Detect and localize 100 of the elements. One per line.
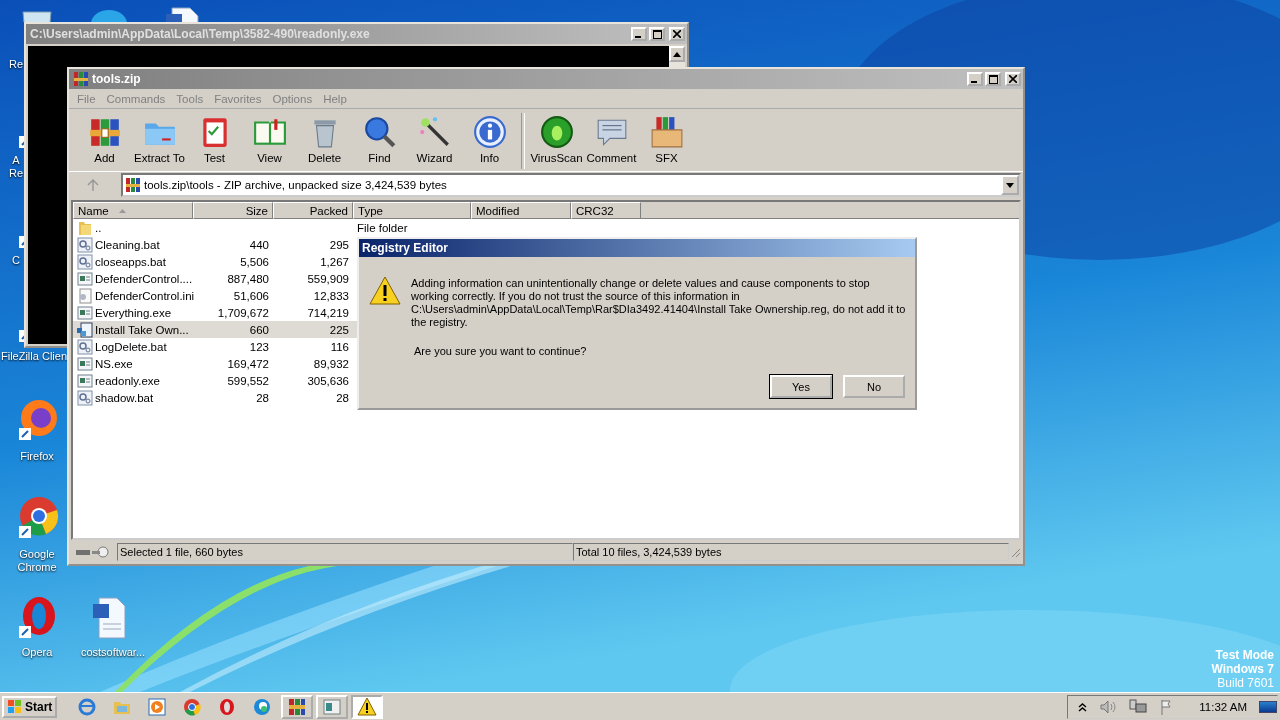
settings-file-icon [77,287,93,304]
gear-file-icon [77,338,93,355]
minimize-button[interactable] [631,27,647,41]
books-icon [287,696,308,717]
toolbar-button[interactable]: Info [462,113,517,166]
bug-icon [539,115,574,149]
books-icon [125,177,141,193]
maximize-button[interactable] [649,27,665,41]
file-size: 660 [249,323,269,336]
sort-arrow-icon [118,208,126,213]
file-name: DefenderControl.... [95,272,193,285]
toolbar-button[interactable]: Add [77,113,132,166]
dialog-button[interactable]: No [843,375,905,398]
maximize-icon [652,29,662,39]
column-header[interactable]: Type [353,202,471,219]
window-title: tools.zip [92,72,142,86]
up-arrow-icon [673,51,681,57]
clock[interactable]: 11:32 AM [1199,700,1247,713]
toolbar-button[interactable]: Delete [297,113,352,166]
close-icon [1009,75,1017,83]
file-size: 169,472 [227,357,269,370]
browser-icon [77,696,98,717]
close-button[interactable] [669,27,685,41]
file-name: readonly.exe [95,374,160,387]
dialog-question: Are you sure you want to continue? [414,345,588,357]
file-name: Cleaning.bat [95,238,160,251]
folder-icon [77,219,93,236]
registry-file-icon [77,321,93,338]
os-notice: Test Mode [1215,648,1274,662]
file-name: DefenderControl.ini [95,289,195,302]
show-desktop-button[interactable] [1259,700,1277,713]
toolbar-button[interactable]: SFX [639,113,694,166]
packed-size: 295 [329,238,349,251]
icon-label: Google [19,548,55,561]
maximize-button[interactable] [985,72,1001,86]
os-notice: Windows 7 [1211,662,1274,676]
books-icon [73,71,89,87]
icon-label: Re [8,167,24,180]
packed-size: 305,636 [307,374,349,387]
icon-label: Opera [21,646,53,659]
file-name: .. [95,221,102,234]
file-size: 887,480 [227,272,269,285]
column-header[interactable]: Modified [471,202,571,219]
speaker-icon[interactable] [1099,698,1118,715]
gear-file-icon [77,236,93,253]
file-name: Everything.exe [95,306,172,319]
program-file-icon [77,372,93,389]
minimize-button[interactable] [967,72,983,86]
file-row[interactable]: .. File folder [73,219,473,236]
close-button[interactable] [1005,72,1021,86]
toolbar-button[interactable]: View [242,113,297,166]
warning-icon [357,696,378,717]
program-file-icon [77,270,93,287]
icon-label: FileZilla Clien [1,350,67,363]
icon-label: costsoftwar... [80,646,146,659]
taskbar-button[interactable] [281,694,314,719]
info-icon [472,115,507,149]
icon-label: Firefox [20,450,54,463]
scroll-up-button[interactable] [669,46,685,62]
toolbar-button[interactable]: Wizard [407,113,462,166]
packed-size: 1,267 [320,255,349,268]
wand-icon [417,115,452,149]
start-button[interactable]: Start [2,695,58,718]
toolbar-button[interactable]: Test [187,113,242,166]
column-header[interactable]: CRC32 [571,202,641,219]
column-header[interactable]: Size [193,202,273,219]
file-size: 599,552 [227,374,269,387]
search-icon [362,115,397,149]
chevron-up-icon[interactable] [1078,701,1088,712]
resize-grip-icon [1009,546,1021,558]
close-icon [673,30,681,38]
toolbar-button[interactable]: VirusScan [529,113,584,166]
file-name: closeapps.bat [95,255,166,268]
gear-file-icon [77,253,93,270]
chrome-icon [182,696,203,717]
network-icon[interactable] [1129,698,1148,715]
warning-icon [369,275,401,307]
toolbar-button[interactable]: Extract To [132,113,187,166]
file-size: 1,709,672 [217,306,269,319]
packed-size: 89,932 [313,357,349,370]
play-icon [147,696,168,717]
program-file-icon [77,304,93,321]
os-notice: Build 7601 [1217,676,1274,690]
file-name: LogDelete.bat [95,340,167,353]
window-title: Registry Editor [362,241,448,255]
windows-logo-icon [7,698,23,715]
dropdown-icon [1006,182,1014,188]
packed-size: 12,833 [313,289,349,302]
column-header[interactable]: Name [73,202,193,219]
toolbar-button[interactable]: Comment [584,113,639,166]
toolbar-button[interactable]: Find [352,113,407,166]
dialog-button[interactable]: Yes [770,375,832,398]
path-field[interactable]: tools.zip\tools - ZIP archive, unpacked size 3,424,539 bytes [121,173,1021,197]
taskbar-button[interactable] [351,694,384,719]
up-arrow-icon [87,179,99,191]
file-type: File folder [357,221,408,234]
packed-size: 559,909 [307,272,349,285]
window-icon [322,696,343,717]
column-header[interactable]: Packed [273,202,353,219]
drive-icon [75,546,111,558]
